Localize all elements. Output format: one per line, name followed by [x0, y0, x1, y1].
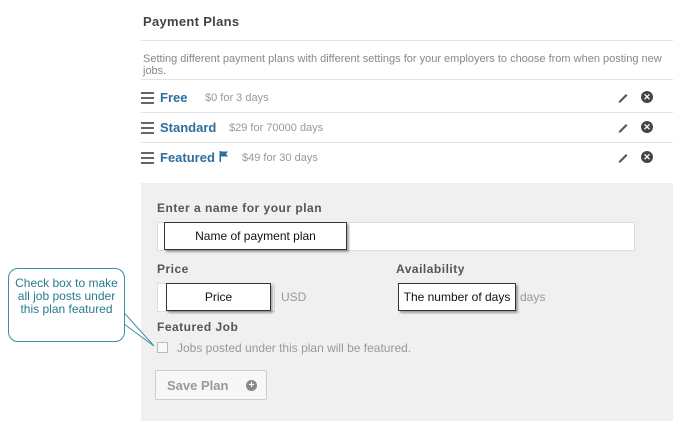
page-title: Payment Plans	[143, 14, 240, 29]
plan-name-label: Enter a name for your plan	[157, 201, 323, 215]
featured-flag-icon	[219, 151, 228, 162]
drag-handle-icon[interactable]	[141, 122, 154, 134]
plan-price: $0 for 3 days	[205, 92, 269, 104]
availability-input[interactable]: The number of days	[398, 283, 516, 311]
plan-name[interactable]: Free	[160, 90, 187, 105]
drag-handle-icon[interactable]	[141, 152, 154, 164]
availability-label: Availability	[396, 262, 465, 276]
save-plan-button[interactable]: Save Plan +	[155, 370, 267, 400]
annotation-tooltip: Check box to make all job posts under th…	[8, 268, 125, 342]
save-plan-label: Save Plan	[167, 378, 229, 393]
price-label: Price	[157, 262, 189, 276]
divider	[141, 40, 673, 41]
delete-icon[interactable]: ✕	[641, 151, 653, 163]
plan-row-free[interactable]: Free $0 for 3 days ✕	[141, 83, 673, 113]
plan-row-featured[interactable]: Featured $49 for 30 days ✕	[141, 143, 673, 173]
plus-circle-icon: +	[246, 380, 257, 391]
edit-icon[interactable]	[616, 90, 630, 104]
delete-icon[interactable]: ✕	[641, 121, 653, 133]
price-unit: USD	[281, 290, 307, 304]
section-description: Setting different payment plans with dif…	[143, 53, 662, 77]
divider	[141, 79, 673, 80]
delete-icon[interactable]: ✕	[641, 91, 653, 103]
edit-icon[interactable]	[616, 150, 630, 164]
plan-name-callout: Name of payment plan	[164, 222, 347, 250]
drag-handle-icon[interactable]	[141, 92, 154, 104]
plan-name[interactable]: Standard	[160, 120, 216, 135]
edit-icon[interactable]	[616, 120, 630, 134]
plan-price: $49 for 30 days	[242, 152, 318, 164]
availability-unit: days	[520, 290, 546, 304]
plan-row-standard[interactable]: Standard $29 for 70000 days ✕	[141, 113, 673, 143]
plan-name[interactable]: Featured	[160, 150, 215, 165]
featured-job-label: Featured Job	[157, 320, 239, 334]
featured-checkbox-text: Jobs posted under this plan will be feat…	[177, 341, 412, 355]
price-callout: Price	[166, 283, 271, 311]
plan-price: $29 for 70000 days	[229, 122, 324, 134]
